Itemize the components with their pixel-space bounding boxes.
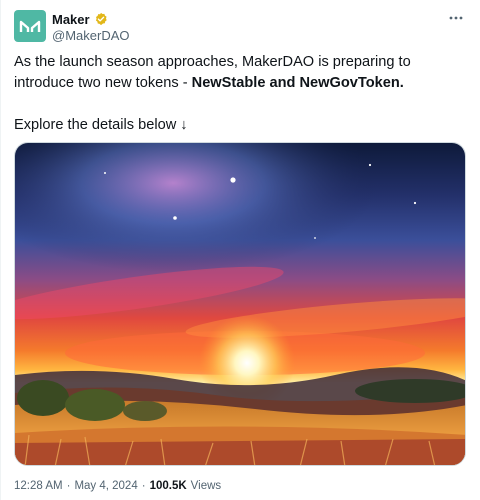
verified-badge-icon[interactable]	[94, 12, 108, 26]
more-button[interactable]	[446, 10, 466, 26]
author-handle[interactable]: @MakerDAO	[52, 28, 130, 43]
maker-logo-icon	[19, 20, 41, 32]
tweet: Maker @MakerDAO As the launch season app…	[0, 0, 480, 500]
tweet-paragraph-2: Explore the details below ↓	[14, 117, 188, 133]
tweet-paragraph: As the launch season approaches, MakerDA…	[14, 52, 466, 94]
avatar[interactable]	[14, 10, 46, 42]
tweet-meta: 12:28 AM · May 4, 2024 · 100.5K Views	[14, 480, 221, 492]
sunset-landscape-image	[15, 143, 465, 465]
display-name[interactable]: Maker	[52, 12, 90, 27]
tweet-date[interactable]: May 4, 2024	[74, 480, 137, 492]
meta-separator: ·	[66, 480, 71, 492]
tweet-text: As the launch season approaches, MakerDA…	[14, 52, 466, 136]
tweet-time[interactable]: 12:28 AM	[14, 480, 63, 492]
meta-separator-2: ·	[141, 480, 146, 492]
tweet-text-highlight: NewStable and NewGovToken.	[191, 75, 404, 91]
author-name-row: Maker	[52, 10, 108, 28]
tweet-media-image[interactable]	[14, 142, 466, 466]
views-label: Views	[190, 480, 222, 492]
divider	[0, 0, 1, 500]
views-count: 100.5K	[149, 480, 187, 492]
more-horizontal-icon	[449, 16, 463, 20]
